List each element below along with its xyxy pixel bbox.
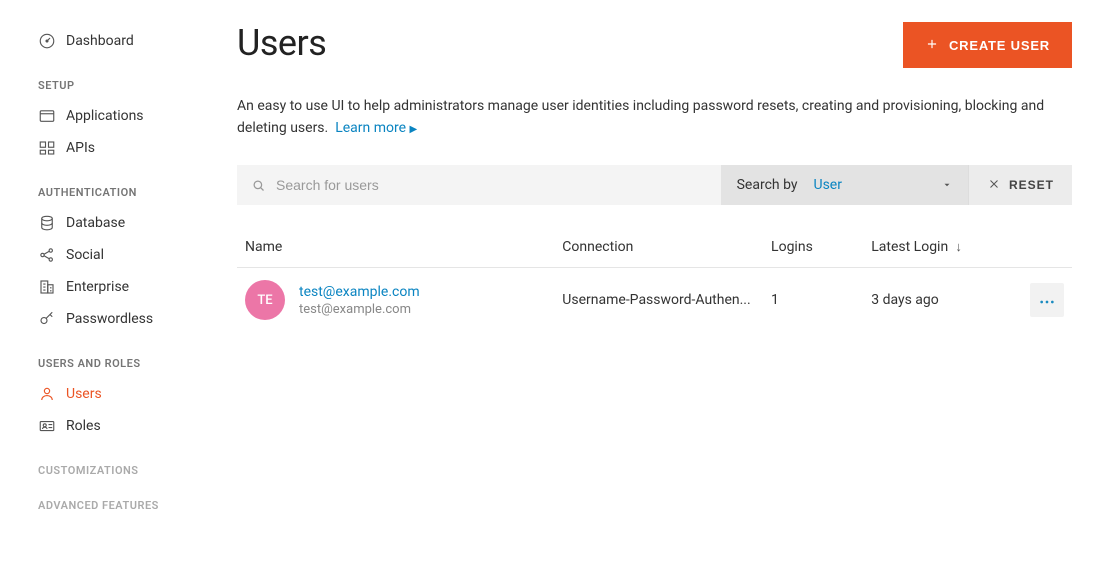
gauge-icon bbox=[38, 32, 56, 50]
id-card-icon bbox=[38, 417, 56, 435]
browser-icon bbox=[38, 107, 56, 125]
sidebar-item-label: Users bbox=[66, 386, 102, 402]
connection-value: Username-Password-Authen... bbox=[562, 292, 755, 308]
sidebar-item-label: Dashboard bbox=[66, 33, 134, 49]
share-icon bbox=[38, 246, 56, 264]
search-icon bbox=[251, 178, 266, 193]
sidebar-section-customizations[interactable]: CUSTOMIZATIONS bbox=[38, 464, 205, 477]
sidebar-section-authentication: AUTHENTICATION bbox=[38, 186, 205, 199]
arrow-right-icon: ▶ bbox=[410, 124, 418, 135]
search-input[interactable] bbox=[276, 177, 707, 193]
search-by-dropdown[interactable]: Search by User bbox=[721, 165, 968, 205]
building-icon bbox=[38, 278, 56, 296]
sidebar-item-label: Roles bbox=[66, 418, 101, 434]
column-header-logins[interactable]: Logins bbox=[763, 227, 863, 268]
column-header-name[interactable]: Name bbox=[237, 227, 554, 268]
avatar: TE bbox=[245, 280, 285, 320]
caret-down-icon bbox=[942, 180, 952, 190]
key-icon bbox=[38, 310, 56, 328]
sidebar-item-apis[interactable]: APIs bbox=[38, 132, 205, 164]
search-by-label: Search by bbox=[737, 177, 798, 193]
sidebar-item-label: APIs bbox=[66, 140, 95, 156]
sidebar-section-setup: SETUP bbox=[38, 79, 205, 92]
sidebar-item-dashboard[interactable]: Dashboard bbox=[38, 25, 205, 57]
sidebar-item-passwordless[interactable]: Passwordless bbox=[38, 303, 205, 335]
row-actions-button[interactable] bbox=[1030, 283, 1064, 317]
sidebar-item-applications[interactable]: Applications bbox=[38, 100, 205, 132]
sidebar-item-label: Database bbox=[66, 215, 125, 231]
sort-desc-icon: ↓ bbox=[952, 239, 962, 255]
learn-more-link[interactable]: Learn more ▶ bbox=[335, 120, 417, 136]
plus-icon bbox=[925, 37, 939, 54]
search-field-wrapper[interactable] bbox=[237, 165, 721, 205]
sidebar-item-social[interactable]: Social bbox=[38, 239, 205, 271]
page-description: An easy to use UI to help administrators… bbox=[237, 96, 1067, 139]
sidebar-item-database[interactable]: Database bbox=[38, 207, 205, 239]
sidebar-section-advanced-features[interactable]: ADVANCED FEATURES bbox=[38, 499, 205, 512]
reset-button[interactable]: RESET bbox=[968, 165, 1072, 205]
sidebar-item-label: Social bbox=[66, 247, 104, 263]
user-icon bbox=[38, 385, 56, 403]
reset-button-label: RESET bbox=[1009, 178, 1054, 192]
create-user-button[interactable]: CREATE USER bbox=[903, 22, 1072, 68]
user-name-link[interactable]: test@example.com bbox=[299, 284, 420, 300]
sidebar-item-label: Enterprise bbox=[66, 279, 129, 295]
sidebar-item-users[interactable]: Users bbox=[38, 378, 205, 410]
column-header-latest-login[interactable]: Latest Login ↓ bbox=[863, 227, 1013, 268]
column-header-actions bbox=[1014, 227, 1072, 268]
sidebar-item-roles[interactable]: Roles bbox=[38, 410, 205, 442]
logins-value: 1 bbox=[763, 268, 863, 333]
table-row: TE test@example.com test@example.com Use… bbox=[237, 268, 1072, 333]
sidebar-item-enterprise[interactable]: Enterprise bbox=[38, 271, 205, 303]
create-user-button-label: CREATE USER bbox=[949, 38, 1050, 53]
sidebar-item-label: Applications bbox=[66, 108, 144, 124]
close-icon bbox=[987, 177, 1001, 194]
database-icon bbox=[38, 214, 56, 232]
search-by-value: User bbox=[814, 177, 842, 193]
user-sub-text: test@example.com bbox=[299, 302, 420, 317]
apis-icon bbox=[38, 139, 56, 157]
latest-login-value: 3 days ago bbox=[863, 268, 1013, 333]
column-header-connection[interactable]: Connection bbox=[554, 227, 763, 268]
more-horizontal-icon bbox=[1039, 292, 1055, 308]
sidebar-section-users-roles: USERS AND ROLES bbox=[38, 357, 205, 370]
sidebar-item-label: Passwordless bbox=[66, 311, 153, 327]
page-title: Users bbox=[237, 22, 326, 64]
